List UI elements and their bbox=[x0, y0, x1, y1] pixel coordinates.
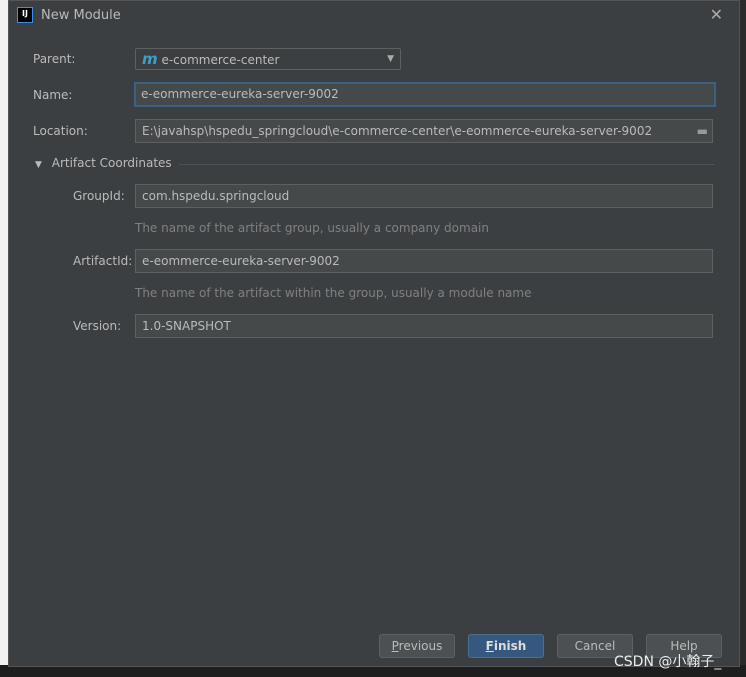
new-module-dialog: IJ New Module ✕ Parent: m e-commerce-cen… bbox=[8, 0, 740, 667]
finish-button[interactable]: Finish bbox=[468, 634, 544, 658]
mnemonic: P bbox=[391, 639, 399, 653]
parent-label: Parent: bbox=[33, 52, 76, 66]
triangle-down-icon: ▼ bbox=[35, 160, 42, 170]
artifactid-label: ArtifactId: bbox=[73, 254, 133, 268]
location-label: Location: bbox=[33, 124, 88, 138]
section-divider bbox=[179, 164, 715, 165]
groupid-input[interactable]: com.hspedu.springcloud bbox=[135, 184, 713, 208]
background-window-left bbox=[0, 0, 8, 677]
label: revious bbox=[398, 639, 443, 653]
location-input[interactable]: E:\javahsp\hspedu_springcloud\e-commerce… bbox=[135, 119, 713, 143]
version-input[interactable]: 1.0-SNAPSHOT bbox=[135, 314, 713, 338]
parent-value: e-commerce-center bbox=[161, 53, 280, 67]
chevron-down-icon: ▼ bbox=[387, 54, 394, 64]
artifactid-hint: The name of the artifact within the grou… bbox=[135, 286, 532, 300]
version-label: Version: bbox=[73, 319, 122, 333]
groupid-label: GroupId: bbox=[73, 189, 125, 203]
maven-m-icon: m bbox=[142, 50, 158, 68]
dialog-title: New Module bbox=[41, 7, 121, 23]
title-bar: IJ New Module bbox=[17, 7, 121, 23]
groupid-hint: The name of the artifact group, usually … bbox=[135, 221, 489, 235]
name-input[interactable]: e-eommerce-eureka-server-9002 bbox=[134, 82, 716, 107]
location-value: E:\javahsp\hspedu_springcloud\e-commerce… bbox=[142, 124, 653, 138]
artifact-coordinates-toggle[interactable]: ▼ Artifact Coordinates bbox=[35, 156, 172, 170]
parent-select[interactable]: m e-commerce-center ▼ bbox=[135, 48, 401, 70]
folder-icon[interactable]: ▬ bbox=[697, 120, 708, 142]
watermark: CSDN @小翰子_ bbox=[614, 654, 722, 670]
name-label: Name: bbox=[33, 88, 73, 102]
label: inish bbox=[493, 639, 527, 653]
mnemonic: F bbox=[485, 639, 494, 653]
section-title: Artifact Coordinates bbox=[51, 156, 172, 170]
close-icon[interactable]: ✕ bbox=[710, 5, 723, 24]
artifactid-input[interactable]: e-eommerce-eureka-server-9002 bbox=[135, 249, 713, 273]
previous-button[interactable]: Previous bbox=[379, 634, 455, 658]
intellij-logo-icon: IJ bbox=[17, 7, 33, 23]
